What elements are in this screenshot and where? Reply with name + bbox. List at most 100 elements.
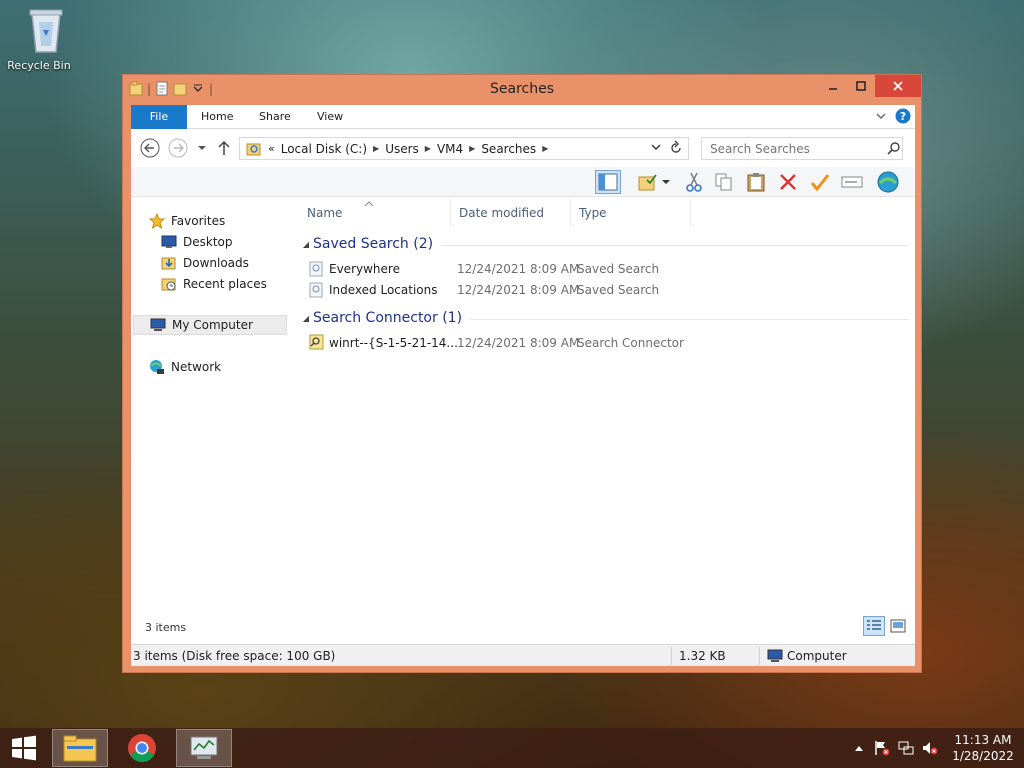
file-list: Name Date modified Type ◢ Saved Search (… [299,199,911,619]
copy-button[interactable] [711,170,737,194]
large-icons-view-button[interactable] [887,616,909,636]
search-input[interactable] [701,137,903,160]
title-bar[interactable]: | | Searches [123,75,921,105]
paste-button[interactable] [743,170,769,194]
minimize-button[interactable] [819,75,847,97]
delete-x-icon [780,174,796,190]
chevron-down-icon [198,146,206,150]
nav-downloads[interactable]: Downloads [161,253,249,273]
list-item[interactable]: Everywhere 12/24/2021 8:09 AM Saved Sear… [299,259,909,279]
recent-locations-button[interactable] [191,137,213,159]
help-icon[interactable]: ? [895,108,911,124]
cut-button[interactable] [681,170,707,194]
taskbar-performance-monitor[interactable] [176,729,232,767]
folder-check-icon [638,174,657,191]
taskbar: 11:13 AM 1/28/2022 [0,728,1024,768]
sort-ascending-icon [365,201,373,207]
list-item[interactable]: Indexed Locations 12/24/2021 8:09 AM Sav… [299,280,909,300]
collapse-group-icon[interactable]: ◢ [299,314,313,323]
breadcrumb-local-disk[interactable]: Local Disk (C:) [281,142,367,156]
network-button[interactable] [875,170,901,194]
windows-logo-icon [12,735,36,761]
details-view-button[interactable] [863,616,885,636]
breadcrumb-separator-icon[interactable]: ▶ [373,144,379,153]
rename-button[interactable] [839,170,865,194]
action-center-button[interactable] [870,740,894,756]
clock-date: 1/28/2022 [952,749,1014,763]
folder-options-dropdown[interactable] [659,170,673,194]
breadcrumb-vm4[interactable]: VM4 [437,142,463,156]
recycle-bin-shortcut[interactable]: Recycle Bin [6,6,72,72]
item-count: 3 items [145,621,187,634]
status-location: Computer [787,649,847,663]
recycle-bin-label: Recycle Bin [7,59,71,72]
item-type: Search Connector [577,336,684,350]
breadcrumb-users[interactable]: Users [385,142,419,156]
group-divider [441,244,909,246]
maximize-button[interactable] [847,75,875,97]
large-icons-view-icon [890,619,906,633]
copy-icon [715,173,732,191]
close-button[interactable] [875,75,921,97]
expand-ribbon-icon[interactable] [875,110,887,122]
tab-home[interactable]: Home [187,105,247,129]
preview-pane-button[interactable] [595,170,621,194]
column-header-date-modified[interactable]: Date modified [451,199,571,227]
ribbon-tabs: File Home Share View ? [131,105,915,129]
computer-icon [767,649,783,662]
item-type: Saved Search [577,283,660,297]
volume-muted-icon [923,742,938,755]
network-status-button[interactable] [894,740,918,756]
svg-text:?: ? [900,110,906,123]
nav-desktop[interactable]: Desktop [161,232,233,252]
start-button[interactable] [0,729,48,767]
tab-share[interactable]: Share [245,105,305,129]
collapse-group-icon[interactable]: ◢ [299,240,313,249]
taskbar-chrome[interactable] [114,729,170,767]
nav-my-computer[interactable]: My Computer [133,315,287,335]
group-header-saved-search[interactable]: ◢ Saved Search (2) [299,233,909,255]
group-title: Saved Search (2) [313,236,434,252]
volume-button[interactable] [918,740,942,756]
refresh-icon[interactable] [668,140,684,156]
breadcrumb-searches[interactable]: Searches [481,142,536,156]
status-bar: 3 items (Disk free space: 100 GB) 1.32 K… [131,644,915,666]
list-item[interactable]: winrt--{S-1-5-21-14... 12/24/2021 8:09 A… [299,333,909,353]
status-summary: 3 items (Disk free space: 100 GB) [133,649,336,663]
tab-file[interactable]: File [131,105,187,129]
item-name: Indexed Locations [329,283,438,297]
group-header-search-connector[interactable]: ◢ Search Connector (1) [299,307,909,329]
clipboard-icon [747,173,765,192]
breadcrumb-separator-icon[interactable]: ▶ [469,144,475,153]
breadcrumb-separator-icon[interactable]: ▶ [425,144,431,153]
address-overflow[interactable]: « [268,142,275,155]
status-divider [671,647,672,665]
delete-button[interactable] [775,170,801,194]
nav-recent-places[interactable]: Recent places [161,274,267,294]
item-name: winrt--{S-1-5-21-14... [329,336,458,350]
search-button[interactable] [887,141,901,158]
show-hidden-icons-button[interactable] [848,744,870,752]
address-dropdown-icon[interactable] [650,141,662,153]
address-bar[interactable]: « Local Disk (C:) ▶ Users ▶ VM4 ▶ Search… [239,137,689,160]
forward-button[interactable] [167,137,189,159]
taskbar-file-explorer[interactable] [52,729,108,767]
select-button[interactable] [807,170,833,194]
clock[interactable]: 11:13 AM 1/28/2022 [942,732,1024,764]
column-header-type[interactable]: Type [571,199,691,227]
up-button[interactable] [213,137,235,159]
folder-options-button[interactable] [635,170,661,194]
window-content: File Home Share View ? « Local Disk (C:)… [131,105,915,666]
saved-search-icon [309,261,323,277]
window-title: Searches [489,81,554,97]
navigation-bar: « Local Disk (C:) ▶ Users ▶ VM4 ▶ Search… [131,133,915,163]
nav-desktop-label: Desktop [183,235,233,249]
nav-network[interactable]: Network [149,357,221,377]
maximize-icon [856,81,866,91]
nav-favorites[interactable]: Favorites [149,211,225,231]
tab-view[interactable]: View [303,105,357,129]
breadcrumb-separator-icon[interactable]: ▶ [542,144,548,153]
minimize-icon [829,88,837,90]
column-header-name[interactable]: Name [299,199,451,227]
back-button[interactable] [139,137,161,159]
